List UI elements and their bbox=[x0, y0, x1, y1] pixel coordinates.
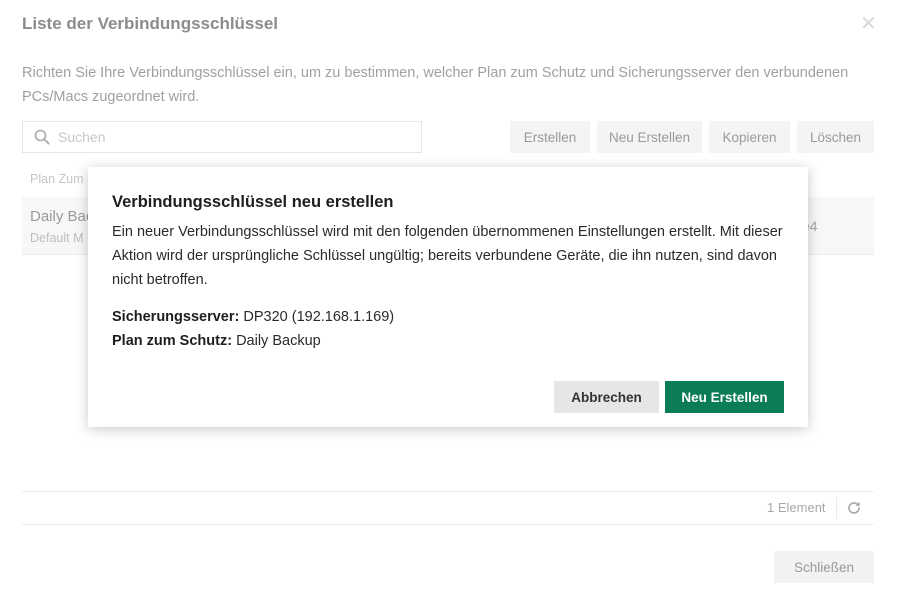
plan-label: Plan zum Schutz: bbox=[112, 333, 233, 349]
server-value: DP320 (192.168.1.169) bbox=[243, 309, 395, 325]
recreate-key-dialog: Verbindungsschlüssel neu erstellen Ein n… bbox=[88, 167, 808, 427]
create-button[interactable]: Erstellen bbox=[510, 121, 590, 153]
footer-divider-bottom bbox=[22, 524, 874, 525]
plan-info: Plan zum Schutz: Daily Backup bbox=[112, 333, 321, 349]
cancel-button[interactable]: Abbrechen bbox=[554, 381, 659, 413]
search-box[interactable] bbox=[22, 121, 422, 153]
close-window-button[interactable]: Schließen bbox=[774, 551, 874, 583]
plan-value: Daily Backup bbox=[236, 333, 321, 349]
close-icon[interactable]: ✕ bbox=[860, 14, 877, 34]
delete-button[interactable]: Löschen bbox=[797, 121, 874, 153]
item-count: 1 Element bbox=[767, 500, 826, 515]
dialog-message: Ein neuer Verbindungsschlüssel wird mit … bbox=[112, 224, 783, 288]
search-icon bbox=[34, 129, 50, 145]
confirm-recreate-button[interactable]: Neu Erstellen bbox=[665, 381, 784, 413]
refresh-icon[interactable] bbox=[846, 500, 862, 516]
footer-divider-top bbox=[22, 491, 874, 492]
window-description: Richten Sie Ihre Verbindungsschlüssel ei… bbox=[22, 65, 849, 105]
dialog-title: Verbindungsschlüssel neu erstellen bbox=[112, 193, 394, 211]
row-subtitle: Default M bbox=[30, 231, 84, 245]
recreate-button[interactable]: Neu Erstellen bbox=[597, 121, 702, 153]
window-title: Liste der Verbindungsschlüssel bbox=[22, 14, 279, 33]
row-name: Daily Bac bbox=[30, 208, 94, 225]
column-header-plan[interactable]: Plan Zum S bbox=[30, 172, 95, 186]
footer-separator bbox=[836, 497, 837, 519]
server-info: Sicherungsserver: DP320 (192.168.1.169) bbox=[112, 309, 394, 325]
search-input[interactable] bbox=[58, 123, 421, 151]
server-label: Sicherungsserver: bbox=[112, 309, 240, 325]
copy-button[interactable]: Kopieren bbox=[709, 121, 790, 153]
